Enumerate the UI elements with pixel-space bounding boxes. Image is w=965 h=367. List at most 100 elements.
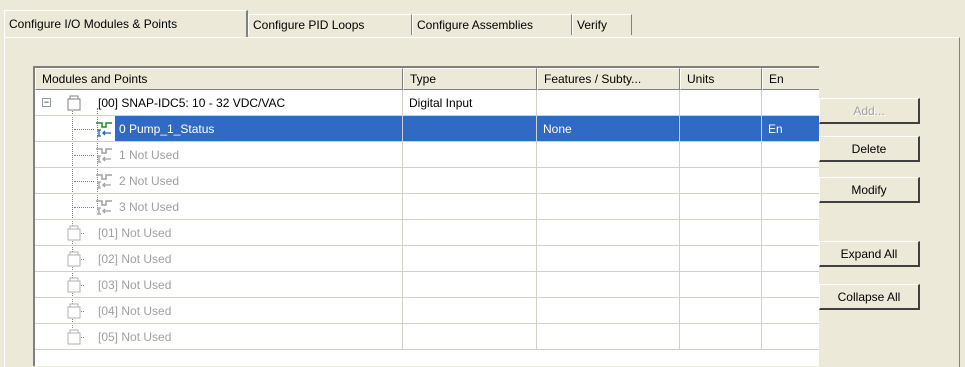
enabled-cell [762,220,819,246]
features-cell [537,194,680,220]
units-cell [680,220,762,246]
type-cell [403,116,537,142]
units-cell [680,324,762,350]
module-icon [67,303,81,319]
digital-input-point-icon [96,148,112,163]
digital-input-point-icon [96,200,112,215]
table-row[interactable]: [04] Not Used [35,298,819,324]
tree-cell: [04] Not Used [35,298,403,324]
tree-line [74,181,94,182]
type-cell: Digital Input [403,90,537,116]
units-cell [680,246,762,272]
column-header-enabled[interactable]: En [762,68,819,90]
collapse-all-button[interactable]: Collapse All [819,284,920,310]
tab-configure-assemblies[interactable]: Configure Assemblies [412,14,572,35]
units-cell [680,116,762,142]
module-icon [67,277,81,293]
tab-verify[interactable]: Verify [572,14,632,35]
row-label: [03] Not Used [98,278,172,292]
type-cell [403,272,537,298]
type-cell [403,194,537,220]
tab-configure-io[interactable]: Configure I/O Modules & Points [4,10,248,37]
tree-cell: 2 Not Used [35,168,403,194]
expand-all-button[interactable]: Expand All [819,241,920,267]
table-row[interactable]: [05] Not Used [35,324,819,350]
type-cell [403,246,537,272]
features-cell: None [537,116,680,142]
enabled-cell [762,246,819,272]
units-cell [680,168,762,194]
add-button[interactable]: Add... [819,98,920,124]
features-cell [537,168,680,194]
units-cell [680,142,762,168]
row-label: 0 Pump_1_Status [115,116,402,141]
table-row[interactable]: 2 Not Used [35,168,819,194]
row-label: [05] Not Used [98,330,172,344]
column-header-features[interactable]: Features / Subty... [537,68,680,90]
tree-cell: 1 Not Used [35,142,403,168]
features-cell [537,142,680,168]
features-cell [537,246,680,272]
modify-button[interactable]: Modify [819,177,920,203]
modules-points-list[interactable]: Modules and Points Type Features / Subty… [33,66,819,366]
enabled-cell [762,194,819,220]
table-row[interactable]: − [00] SNAP-IDC5: 10 - 32 VDC/VAC Digita… [35,90,819,116]
type-cell [403,324,537,350]
tree-line [74,207,94,208]
tree-cell: − [00] SNAP-IDC5: 10 - 32 VDC/VAC [35,90,403,116]
row-label: 1 Not Used [119,148,180,162]
row-label: [02] Not Used [98,252,172,266]
tree-cell: [02] Not Used [35,246,403,272]
column-header-units[interactable]: Units [680,68,762,90]
tab-strip: Configure I/O Modules & Points Configure… [4,10,960,38]
tree-line [74,129,94,130]
units-cell [680,298,762,324]
features-cell [537,220,680,246]
enabled-cell: En [762,116,819,142]
table-row[interactable]: 1 Not Used [35,142,819,168]
features-cell [537,298,680,324]
row-label: [00] SNAP-IDC5: 10 - 32 VDC/VAC [98,96,286,110]
row-label: 3 Not Used [119,200,180,214]
digital-input-point-icon [96,122,112,137]
units-cell [680,272,762,298]
table-row[interactable]: [01] Not Used [35,220,819,246]
enabled-cell [762,90,819,116]
module-icon [67,225,81,241]
module-icon [67,95,81,111]
tab-configure-pid-loops[interactable]: Configure PID Loops [248,14,412,35]
list-header: Modules and Points Type Features / Subty… [35,68,819,90]
features-cell [537,272,680,298]
row-label: [04] Not Used [98,304,172,318]
enabled-cell [762,324,819,350]
module-icon [67,251,81,267]
enabled-cell [762,168,819,194]
row-label: 2 Not Used [119,174,180,188]
table-row[interactable]: 0 Pump_1_Status None En [35,116,819,142]
enabled-cell [762,272,819,298]
tree-cell: [03] Not Used [35,272,403,298]
type-cell [403,168,537,194]
type-cell [403,142,537,168]
column-header-type[interactable]: Type [403,68,537,90]
units-cell [680,90,762,116]
type-cell [403,298,537,324]
enabled-cell [762,142,819,168]
table-row[interactable]: [03] Not Used [35,272,819,298]
delete-button[interactable]: Delete [819,136,920,162]
tree-cell: [01] Not Used [35,220,403,246]
features-cell [537,90,680,116]
table-row[interactable]: 3 Not Used [35,194,819,220]
row-label: [01] Not Used [98,226,172,240]
table-row[interactable]: [02] Not Used [35,246,819,272]
type-cell [403,220,537,246]
units-cell [680,194,762,220]
tree-cell: 0 Pump_1_Status [35,116,403,142]
collapse-icon[interactable]: − [42,98,51,107]
module-icon [67,329,81,345]
column-header-modules-points[interactable]: Modules and Points [35,68,403,90]
tree-cell: 3 Not Used [35,194,403,220]
tree-line [74,155,94,156]
enabled-cell [762,298,819,324]
digital-input-point-icon [96,174,112,189]
